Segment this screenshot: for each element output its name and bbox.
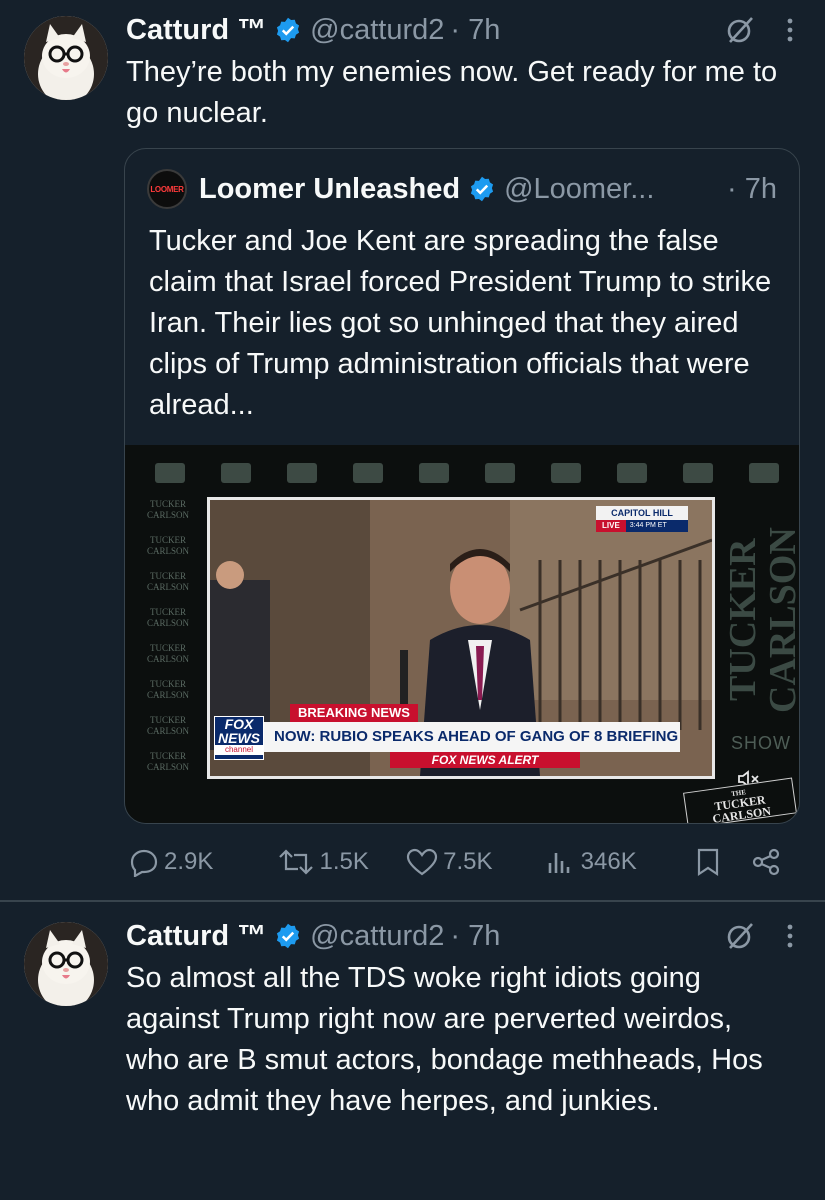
logo-line: TUCKER	[722, 538, 764, 702]
logo-line: channel	[215, 745, 263, 755]
film-reel-border	[125, 455, 799, 489]
watermark: TUCKER CARLSON	[146, 679, 189, 700]
timestamp[interactable]: · 7h	[450, 920, 500, 953]
logo-line: CARLSON	[762, 527, 800, 713]
watermark: TUCKER CARLSON	[146, 643, 189, 664]
bookmark-icon	[698, 848, 719, 877]
quoted-tweet-text: Tucker and Joe Kent are spreading the fa…	[149, 225, 772, 421]
watermark: TUCKER CARLSON	[146, 607, 189, 628]
fox-news-logo: FOX NEWS channel	[214, 716, 264, 760]
view-count: 346K	[580, 848, 637, 875]
logo-line: NEWS	[218, 730, 260, 746]
verified-badge-icon	[470, 176, 494, 202]
author-handle[interactable]: @catturd2	[310, 920, 444, 953]
quoted-tweet[interactable]: LOOMER Loomer Unleashed @Loomer... · 7h …	[124, 148, 800, 824]
bookmark-button[interactable]	[694, 847, 750, 877]
news-alert-label: FOX NEWS ALERT	[390, 752, 580, 768]
grok-icon[interactable]	[725, 15, 755, 45]
time-label: 3:44 PM ET	[625, 520, 688, 532]
share-button[interactable]	[750, 847, 786, 877]
cat-avatar-image	[24, 922, 108, 1006]
tweet-header: Catturd ™ @catturd2 · 7h	[126, 10, 795, 50]
live-label: LIVE	[596, 520, 626, 532]
author-display-name[interactable]: Catturd ™	[126, 920, 266, 953]
verified-badge-icon	[277, 17, 300, 43]
logo-line: FOX	[224, 716, 254, 732]
like-button[interactable]: 7.5K	[405, 847, 543, 877]
quoted-author-handle[interactable]: @Loomer...	[504, 173, 654, 206]
timestamp[interactable]: · 7h	[450, 14, 500, 47]
like-count: 7.5K	[443, 848, 493, 875]
breaking-news-label: BREAKING NEWS	[290, 704, 418, 722]
watermark: TUCKER CARLSON	[146, 571, 189, 592]
repost-icon	[278, 849, 313, 875]
views-icon	[548, 853, 569, 873]
quoted-timestamp[interactable]: · 7h	[727, 173, 777, 206]
author-handle[interactable]: @catturd2	[310, 14, 444, 47]
tweet-text: So almost all the TDS woke right idiots …	[126, 962, 763, 1117]
author-display-name[interactable]: Catturd ™	[126, 14, 266, 47]
like-icon	[406, 848, 438, 876]
capitol-hill-bug: CAPITOL HILL LIVE 3:44 PM ET	[596, 506, 688, 532]
tweet-text: They’re both my enemies now. Get ready f…	[126, 56, 778, 129]
avatar[interactable]	[24, 922, 108, 1006]
news-broadcast-frame: CAPITOL HILL LIVE 3:44 PM ET FOX NEWS ch…	[207, 497, 715, 779]
views-button[interactable]: 346K	[543, 847, 695, 877]
side-watermarks: TUCKER CARLSON TUCKER CARLSON TUCKER CAR…	[133, 499, 203, 787]
location-label: CAPITOL HILL	[596, 506, 688, 520]
tweet[interactable]: Catturd ™ @catturd2 · 7h So almost all t…	[0, 902, 825, 1200]
tweet-actions: 2.9K 1.5K 7.5K 346K	[126, 840, 786, 884]
cat-avatar-image	[24, 16, 108, 100]
share-icon	[752, 848, 780, 876]
reply-count: 2.9K	[164, 848, 214, 875]
reply-button[interactable]: 2.9K	[126, 847, 276, 877]
tucker-carlson-show-logo: THE TUCKER CARLSON	[683, 777, 797, 823]
watermark: TUCKER CARLSON	[146, 535, 189, 556]
more-options-icon[interactable]	[785, 15, 795, 45]
watermark: TUCKER CARLSON	[146, 499, 189, 520]
watermark: TUCKER CARLSON	[146, 715, 189, 736]
quoted-avatar[interactable]: LOOMER	[147, 169, 187, 209]
repost-count: 1.5K	[319, 848, 369, 875]
more-options-icon[interactable]	[785, 921, 795, 951]
repost-button[interactable]: 1.5K	[276, 847, 406, 877]
quoted-video[interactable]: TUCKER CARLSON TUCKER CARLSON TUCKER CAR…	[125, 445, 800, 823]
tweet[interactable]: Catturd ™ @catturd2 · 7h They’re both my…	[0, 0, 825, 900]
tucker-carlson-vertical-logo: TUCKER CARLSON	[722, 515, 800, 725]
quoted-avatar-logo-text: LOOMER	[150, 184, 184, 194]
news-headline: NOW: RUBIO SPEAKS AHEAD OF GANG OF 8 BRI…	[264, 722, 680, 752]
avatar[interactable]	[24, 16, 108, 100]
verified-badge-icon	[277, 923, 300, 949]
quoted-author-display-name[interactable]: Loomer Unleashed	[199, 173, 460, 206]
watermark: TUCKER CARLSON	[146, 751, 189, 772]
grok-icon[interactable]	[725, 921, 755, 951]
show-label: SHOW	[731, 733, 791, 753]
quoted-tweet-header: LOOMER Loomer Unleashed @Loomer... · 7h	[147, 169, 777, 209]
reply-icon	[130, 849, 158, 877]
tweet-header: Catturd ™ @catturd2 · 7h	[126, 916, 795, 956]
